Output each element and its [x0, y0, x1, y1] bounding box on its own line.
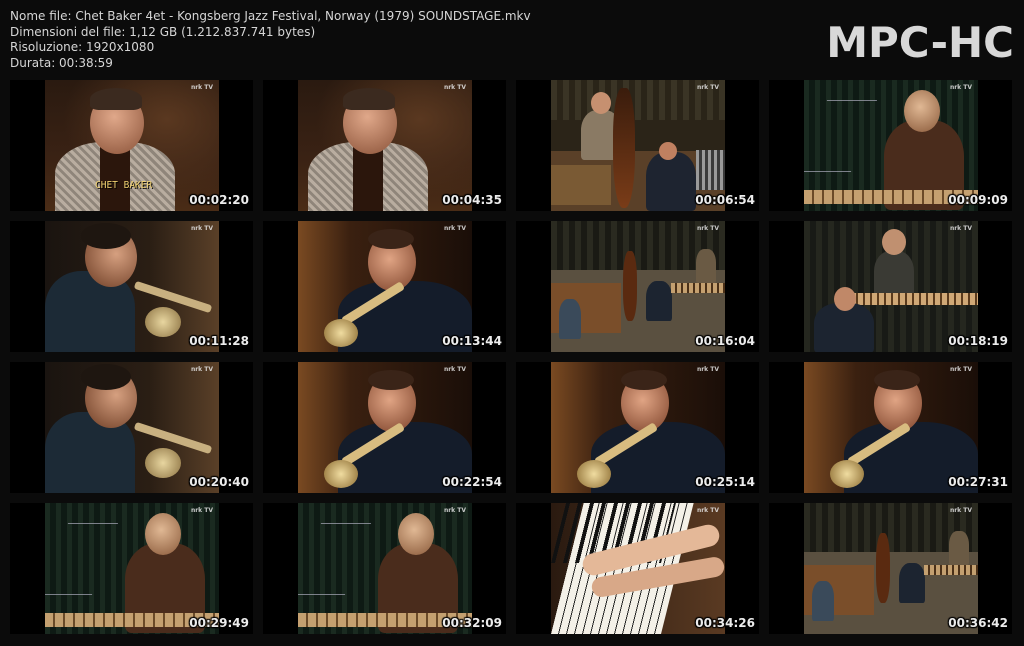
thumbnail-frame-image: nrk TV	[298, 80, 472, 211]
video-thumbnail: nrk TV CHET BAKER 00:02:20	[10, 80, 253, 211]
channel-logo: nrk TV	[696, 225, 719, 232]
video-thumbnail: nrk TV 00:29:49	[10, 503, 253, 634]
channel-logo: nrk TV	[696, 366, 719, 373]
video-thumbnail: nrk TV 00:25:14	[516, 362, 759, 493]
mpc-hc-logo: MPC-HC	[826, 18, 1014, 67]
channel-logo: nrk TV	[190, 225, 213, 232]
thumbnail-timestamp: 00:06:54	[695, 193, 755, 207]
video-thumbnail: nrk TV 00:32:09	[263, 503, 506, 634]
video-thumbnail: nrk TV 00:09:09	[769, 80, 1012, 211]
channel-logo: nrk TV	[443, 507, 466, 514]
channel-logo: nrk TV	[949, 225, 972, 232]
thumbnail-frame-image: nrk TV	[551, 80, 725, 211]
thumbnail-timestamp: 00:16:04	[695, 334, 755, 348]
thumbnail-frame-image: nrk TV	[298, 221, 472, 352]
video-thumbnail: nrk TV 00:27:31	[769, 362, 1012, 493]
video-thumbnail: nrk TV 00:04:35	[263, 80, 506, 211]
channel-logo: nrk TV	[443, 366, 466, 373]
name-caption: CHET BAKER	[95, 180, 153, 191]
thumbnail-timestamp: 00:11:28	[189, 334, 249, 348]
thumbnail-frame-image: nrk TV	[804, 221, 978, 352]
channel-logo: nrk TV	[443, 225, 466, 232]
duration-line: Durata: 00:38:59	[10, 55, 113, 70]
file-name-line: Nome file: Chet Baker 4et - Kongsberg Ja…	[10, 9, 531, 23]
video-thumbnail: nrk TV 00:13:44	[263, 221, 506, 352]
channel-logo: nrk TV	[949, 84, 972, 91]
video-thumbnail: nrk TV 00:20:40	[10, 362, 253, 493]
thumbnail-timestamp: 00:04:35	[442, 193, 502, 207]
thumbnail-timestamp: 00:36:42	[948, 616, 1008, 630]
channel-logo: nrk TV	[949, 507, 972, 514]
video-thumbnail: nrk TV 00:22:54	[263, 362, 506, 493]
thumbnail-frame-image: nrk TV	[804, 80, 978, 211]
video-thumbnail: nrk TV 00:34:26	[516, 503, 759, 634]
thumbnail-frame-image: nrk TV	[45, 362, 219, 493]
channel-logo: nrk TV	[190, 507, 213, 514]
thumbnail-grid: nrk TV CHET BAKER 00:02:20 nrk TV 00:04:35 nr…	[10, 80, 1012, 634]
channel-logo: nrk TV	[443, 84, 466, 91]
thumbnail-frame-image: nrk TV	[551, 362, 725, 493]
video-thumbnail: nrk TV 00:18:19	[769, 221, 1012, 352]
channel-logo: nrk TV	[949, 366, 972, 373]
thumbnail-frame-image: nrk TV	[298, 503, 472, 634]
thumbnail-frame-image: nrk TV	[804, 362, 978, 493]
thumbnail-timestamp: 00:13:44	[442, 334, 502, 348]
video-thumbnail: nrk TV 00:06:54	[516, 80, 759, 211]
thumbnail-timestamp: 00:09:09	[948, 193, 1008, 207]
thumbnail-timestamp: 00:20:40	[189, 475, 249, 489]
thumbnail-frame-image: nrk TV	[298, 362, 472, 493]
thumbnail-timestamp: 00:32:09	[442, 616, 502, 630]
thumbnail-frame-image: nrk TV	[45, 221, 219, 352]
video-thumbnail: nrk TV 00:11:28	[10, 221, 253, 352]
channel-logo: nrk TV	[696, 84, 719, 91]
thumbnail-timestamp: 00:22:54	[442, 475, 502, 489]
thumbnail-timestamp: 00:18:19	[948, 334, 1008, 348]
thumbnail-timestamp: 00:27:31	[948, 475, 1008, 489]
thumbnail-frame-image: nrk TV	[551, 221, 725, 352]
thumbnail-timestamp: 00:02:20	[189, 193, 249, 207]
thumbnail-timestamp: 00:25:14	[695, 475, 755, 489]
video-thumbnail: nrk TV 00:36:42	[769, 503, 1012, 634]
file-size-line: Dimensioni del file: 1,12 GB (1.212.837.…	[10, 24, 316, 39]
channel-logo: nrk TV	[190, 84, 213, 91]
thumbnail-frame-image: nrk TV	[45, 503, 219, 634]
thumbnail-timestamp: 00:29:49	[189, 616, 249, 630]
video-thumbnail: nrk TV 00:16:04	[516, 221, 759, 352]
resolution-line: Risoluzione: 1920x1080	[10, 40, 155, 54]
thumbnail-frame-image: nrk TV	[551, 503, 725, 634]
thumbnail-frame-image: nrk TV CHET BAKER	[45, 80, 219, 211]
channel-logo: nrk TV	[190, 366, 213, 373]
file-info-panel: Nome file: Chet Baker 4et - Kongsberg Ja…	[10, 9, 531, 71]
channel-logo: nrk TV	[696, 507, 719, 514]
thumbnail-timestamp: 00:34:26	[695, 616, 755, 630]
thumbnail-frame-image: nrk TV	[804, 503, 978, 634]
